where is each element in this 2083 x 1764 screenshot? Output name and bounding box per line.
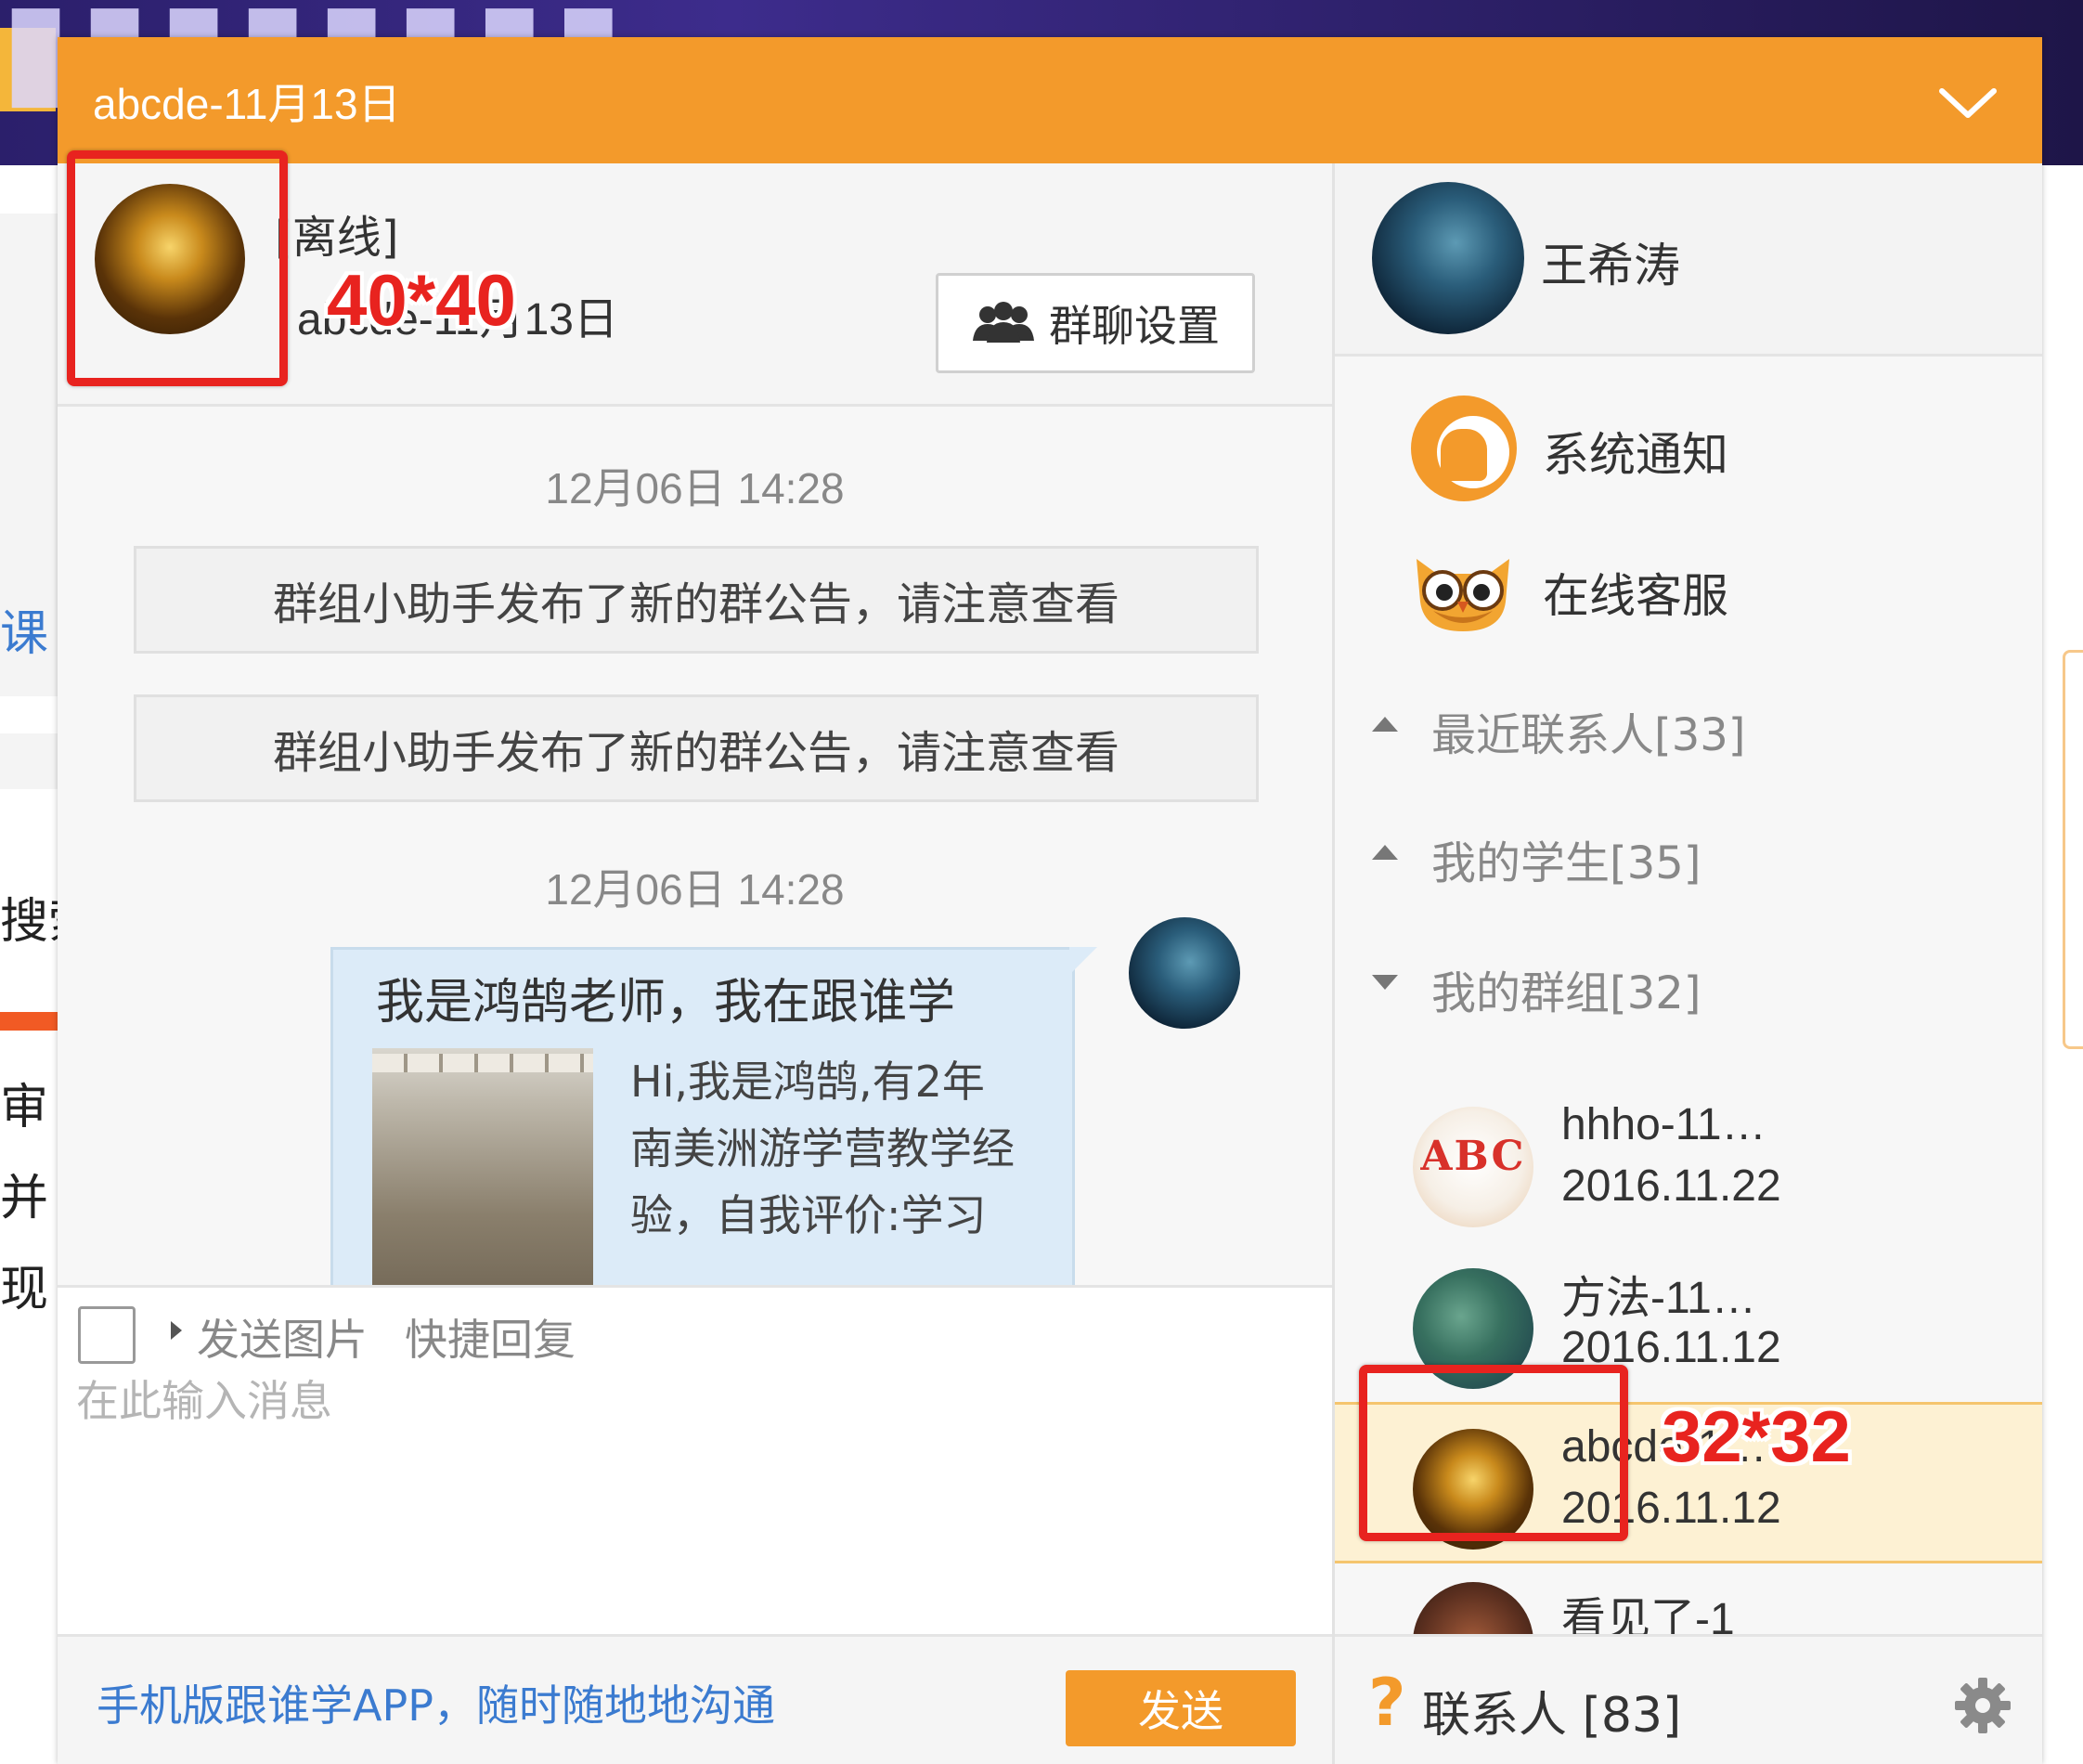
group-avatar-abc: ABC <box>1413 1107 1533 1227</box>
section-label: 最近联系人[33] <box>1431 709 1746 761</box>
section-my-students[interactable]: 我的学生[35] <box>1335 804 2042 906</box>
card-title: 我是鸿鹄老师，我在跟谁学 <box>376 975 956 1031</box>
caret-down-icon <box>1372 975 1398 990</box>
teacher-card-message[interactable]: 我是鸿鹄老师，我在跟谁学 Hi,我是鸿鹄,有2年 南美洲游学营教学经 验，自我评… <box>330 947 1075 1285</box>
group-list-item[interactable]: 看见了-1 <box>1335 1563 2042 1634</box>
contacts-count: 联系人 [83] <box>1422 1688 1682 1744</box>
section-label: 我的学生[35] <box>1431 837 1701 889</box>
send-button[interactable]: 发送 <box>1066 1670 1296 1746</box>
group-name: 方法-11… <box>1561 1274 1756 1323</box>
mobile-app-link[interactable]: 手机版跟谁学APP，随时随地地沟通 <box>97 1672 775 1733</box>
sender-avatar[interactable] <box>1129 917 1240 1029</box>
caret-up-icon <box>1372 845 1398 860</box>
card-description-line: 验，自我评价:学习 <box>630 1190 987 1240</box>
contact-label: 在线客服 <box>1543 569 1728 623</box>
contact-system-notice[interactable]: 系统通知 <box>1335 371 2042 520</box>
message-timestamp: 12月06日 14:28 <box>545 865 845 914</box>
background-text-fragment: 审 <box>0 1080 49 1135</box>
caret-right-icon <box>171 1321 182 1340</box>
message-list: 12月06日 14:28 群组小助手发布了新的群公告，请注意查看 群组小助手发布… <box>58 407 1332 1285</box>
input-area: 发送图片 快捷回复 <box>58 1285 1332 1634</box>
annotation-label-large-avatar: 40*40 <box>327 259 516 341</box>
bubble-tail <box>1069 947 1097 975</box>
card-description-line: 南美洲游学营教学经 <box>630 1123 1015 1174</box>
background-text-fragment: 并 <box>0 1171 49 1226</box>
group-name: 看见了-1 <box>1561 1595 1735 1634</box>
owl-icon <box>1417 559 1509 631</box>
background-text-fragment: 现 <box>0 1262 49 1317</box>
card-description: Hi,我是鸿鹄,有2年 南美洲游学营教学经 验，自我评价:学习 <box>630 1048 1048 1249</box>
group-name: hhho-11… <box>1561 1100 1766 1149</box>
chevron-down-icon[interactable] <box>1933 74 2003 130</box>
send-image-link[interactable]: 发送图片 <box>197 1306 368 1368</box>
abc-letters-icon: ABC <box>1420 1133 1526 1180</box>
contact-label: 系统通知 <box>1543 428 1728 482</box>
annotation-label-small-avatar: 32*32 <box>1662 1395 1851 1477</box>
background-orange-bar <box>0 1012 58 1031</box>
image-checkbox[interactable] <box>78 1306 136 1364</box>
online-status: [离线] <box>275 212 399 264</box>
annotation-box-large-avatar <box>67 150 288 386</box>
section-my-groups[interactable]: 我的群组[32] <box>1335 934 2042 1036</box>
gear-icon[interactable] <box>1953 1676 2012 1735</box>
help-icon[interactable]: ? <box>1368 1665 1406 1741</box>
title-bar: abcde-11月13日 <box>58 37 2042 163</box>
caret-up-icon <box>1372 717 1398 732</box>
section-label: 我的群组[32] <box>1431 967 1701 1019</box>
conversation-footer: 手机版跟谁学APP，随时随地地沟通 发送 <box>58 1634 1332 1764</box>
group-users-icon <box>973 302 1034 343</box>
annotation-box-small-avatar <box>1359 1365 1628 1541</box>
message-timestamp: 12月06日 14:28 <box>545 464 845 512</box>
group-list-item[interactable]: ABC hhho-11… 2016.11.22 <box>1335 1083 2042 1244</box>
group-date: 2016.11.22 <box>1561 1161 1781 1211</box>
contact-online-service[interactable]: 在线客服 <box>1335 520 2042 659</box>
background-text-fragment: 搜索 <box>0 894 58 950</box>
group-avatar <box>1413 1582 1533 1634</box>
current-user[interactable]: 王希涛 <box>1335 163 2042 357</box>
headset-icon <box>1411 396 1517 501</box>
quick-reply-link[interactable]: 快捷回复 <box>405 1306 576 1368</box>
card-description-line: Hi,我是鸿鹄,有2年 <box>630 1057 985 1107</box>
background-right-border <box>2063 650 2083 1049</box>
message-input[interactable] <box>76 1368 1311 1618</box>
window-title: abcde-11月13日 <box>93 80 401 128</box>
background-strip <box>0 733 58 789</box>
group-settings-button[interactable]: 群聊设置 <box>936 273 1255 373</box>
conversation-pane: [离线] abcde-11月13日 群聊设置 12月06日 14:28 群组小助… <box>58 163 1335 1764</box>
user-name: 王希涛 <box>1541 239 1680 292</box>
group-settings-label: 群聊设置 <box>1049 301 1220 351</box>
card-image <box>372 1048 593 1285</box>
section-recent-contacts[interactable]: 最近联系人[33] <box>1335 676 2042 778</box>
background-link-fragment: 课 <box>0 606 49 662</box>
group-notice-message[interactable]: 群组小助手发布了新的群公告，请注意查看 <box>134 546 1259 654</box>
user-avatar <box>1372 182 1524 334</box>
group-notice-message[interactable]: 群组小助手发布了新的群公告，请注意查看 <box>134 694 1259 802</box>
contacts-footer: ? 联系人 [83] <box>1335 1634 2042 1764</box>
